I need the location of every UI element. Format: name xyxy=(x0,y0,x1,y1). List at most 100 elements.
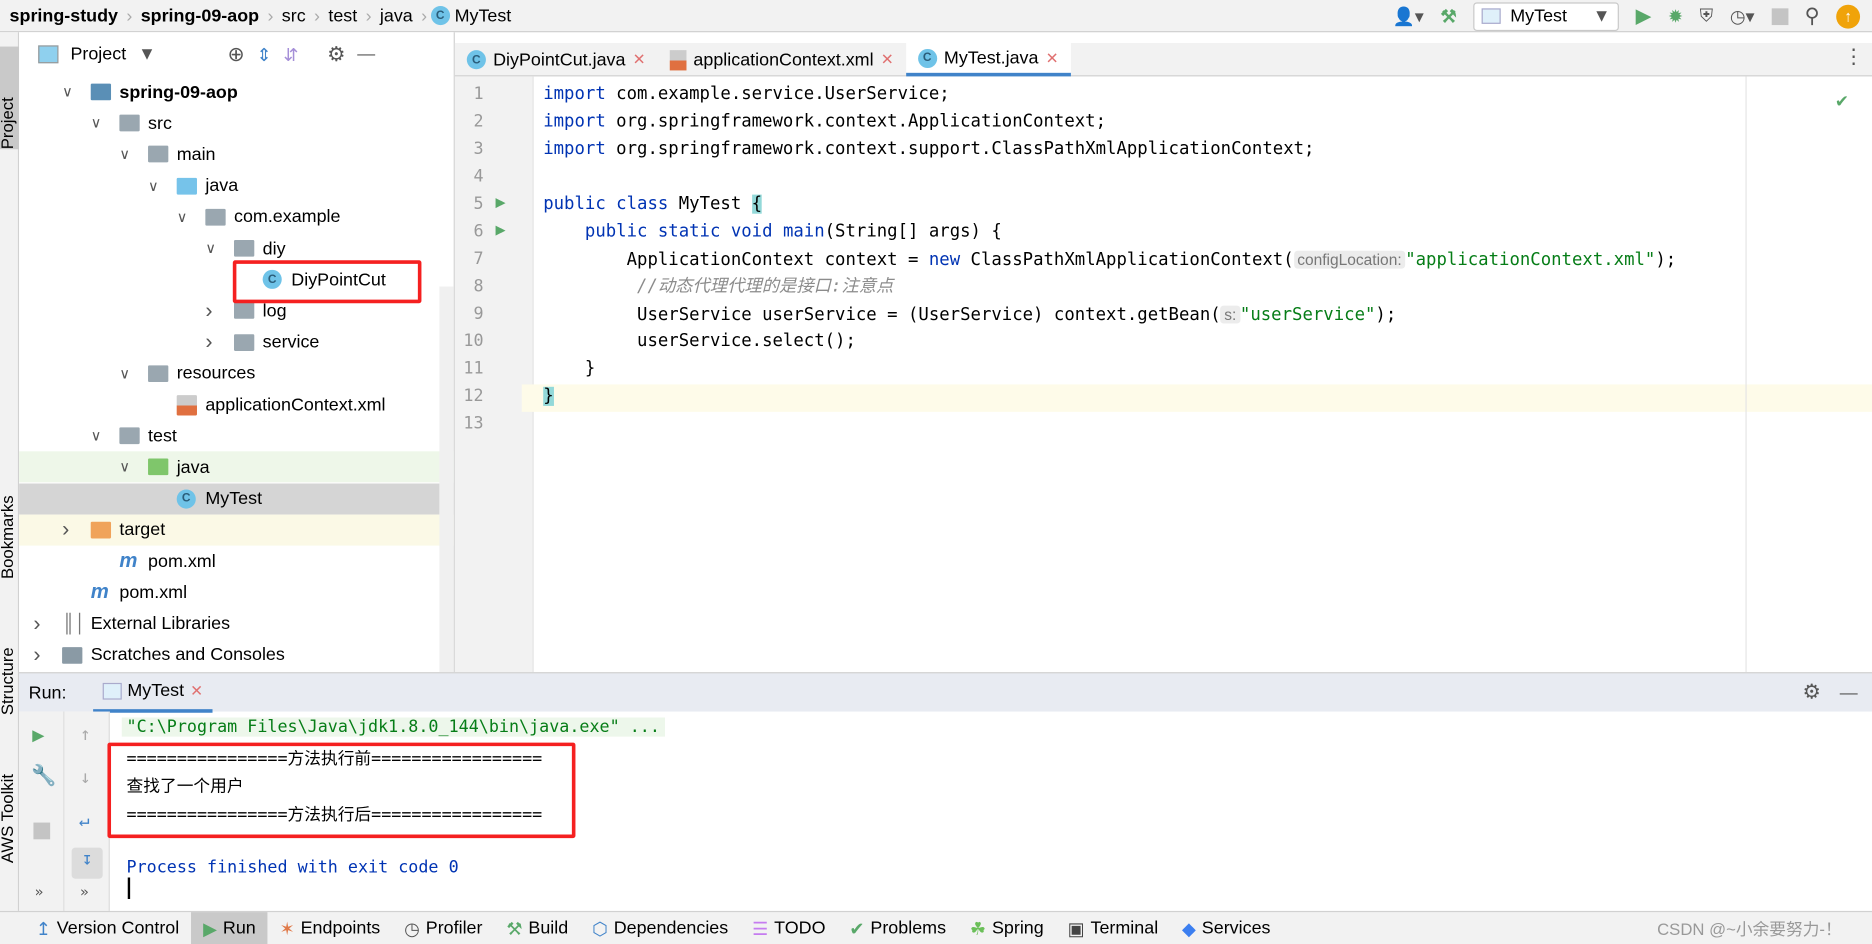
chevron-right-icon: › xyxy=(314,5,320,26)
search-icon[interactable]: ⚲ xyxy=(1805,4,1820,28)
tree-item-java[interactable]: ∨ java xyxy=(19,170,454,201)
close-icon[interactable]: ✕ xyxy=(190,681,203,700)
tree-item-service[interactable]: › service xyxy=(19,327,454,358)
tree-item-com-example[interactable]: ∨ com.example xyxy=(19,202,454,233)
tree-item-java[interactable]: ∨ java xyxy=(19,451,454,483)
stop-icon[interactable] xyxy=(33,822,51,840)
expand-all-icon[interactable]: ⇕ xyxy=(256,44,271,65)
tree-item-src[interactable]: ∨ src xyxy=(19,108,454,139)
run-gutter-icon[interactable]: ▶ xyxy=(495,221,505,240)
navigation-bar: spring-study › spring-09-aop › src › test › java… xyxy=(0,0,1872,33)
tab-diypointcut-java[interactable]: C DiyPointCut.java ✕ xyxy=(455,43,658,76)
profiler-icon[interactable]: ◷▾ xyxy=(1730,5,1755,27)
chevron-right-icon[interactable]: › xyxy=(205,330,212,355)
chevron-down-icon[interactable]: ∨ xyxy=(91,115,102,132)
tool-window-problems[interactable]: ✔ Problems xyxy=(837,912,958,944)
tool-window-services[interactable]: ◆ Services xyxy=(1170,912,1282,944)
tree-item-main[interactable]: ∨ main xyxy=(19,139,454,170)
close-icon[interactable]: ✕ xyxy=(881,50,894,69)
coverage-icon[interactable]: ⛨ xyxy=(1700,6,1713,26)
tool-window-todo[interactable]: ☰ TODO xyxy=(740,912,837,944)
code-token: main xyxy=(782,222,825,242)
tool-window-build[interactable]: ⚒ Build xyxy=(494,912,580,944)
up-arrow-icon[interactable]: ↑ xyxy=(80,723,91,744)
hide-icon[interactable]: — xyxy=(357,44,375,64)
tool-window-spring[interactable]: ☘ Spring xyxy=(958,912,1056,944)
aws-toolkit-tool-label[interactable]: AWS Toolkit xyxy=(0,774,17,863)
chevron-down-icon[interactable]: ∨ xyxy=(119,459,130,476)
scroll-to-end-icon[interactable]: ↧ xyxy=(71,847,103,879)
gear-icon[interactable]: ⚙ xyxy=(327,42,345,66)
chevron-right-icon[interactable]: › xyxy=(33,642,40,667)
tree-item-target[interactable]: › target xyxy=(19,514,454,546)
chevron-down-icon[interactable]: ∨ xyxy=(205,240,216,257)
tab-mytest-java[interactable]: C MyTest.java ✕ xyxy=(905,42,1071,77)
editor-gutter: 1 2 3 4 5 ▶ 6 ▶ 7 8 9 10 11 12 13 xyxy=(454,76,534,673)
tool-window-dependencies[interactable]: ⬡ Dependencies xyxy=(580,912,740,944)
bookmarks-tool-label[interactable]: Bookmarks xyxy=(0,495,17,579)
tree-item-mytest[interactable]: C MyTest xyxy=(19,483,454,515)
breadcrumb-item[interactable]: java xyxy=(375,5,417,25)
problems-icon: ✔ xyxy=(849,918,865,939)
tool-window-terminal[interactable]: ▣ Terminal xyxy=(1056,912,1170,944)
run-icon[interactable]: ▶ xyxy=(1636,4,1652,28)
run-tab[interactable]: MyTest ✕ xyxy=(92,673,213,713)
chevron-right-icon[interactable]: › xyxy=(62,517,69,542)
tree-item-resources[interactable]: ∨ resources xyxy=(19,358,454,389)
chevron-down-icon[interactable]: ∨ xyxy=(177,209,188,226)
run-config-select[interactable]: MyTest ▼ xyxy=(1473,1,1619,31)
close-icon[interactable]: ✕ xyxy=(1046,48,1059,67)
line-number: 2 xyxy=(473,112,484,132)
chevron-down-icon[interactable]: ∨ xyxy=(62,84,73,101)
breadcrumb-item[interactable]: src xyxy=(277,5,310,25)
collapse-all-icon[interactable]: ⇵ xyxy=(283,44,298,65)
soft-wrap-icon[interactable]: ↵ xyxy=(79,809,90,830)
close-icon[interactable]: ✕ xyxy=(633,50,646,69)
project-view-label[interactable]: Project xyxy=(70,44,126,64)
tree-item-diy[interactable]: ∨ diy xyxy=(19,233,454,264)
tree-item-pom-xml[interactable]: m pom.xml xyxy=(19,546,454,577)
chevron-down-icon[interactable]: ∨ xyxy=(148,177,159,194)
more-icon[interactable]: ⋮ xyxy=(1843,45,1863,69)
chevron-down-icon[interactable]: ▼ xyxy=(138,44,156,64)
tool-window-run[interactable]: ▶ Run xyxy=(191,911,268,944)
debug-icon[interactable]: ✹ xyxy=(1668,5,1683,27)
chevron-down-icon[interactable]: ∨ xyxy=(91,428,102,445)
tab-applicationcontext-xml[interactable]: applicationContext.xml ✕ xyxy=(658,43,906,76)
tree-item-scratches-and-consoles[interactable]: › Scratches and Consoles xyxy=(19,639,454,670)
tree-item-external-libraries[interactable]: › ║│ External Libraries xyxy=(19,608,454,639)
more-actions-icon[interactable]: » xyxy=(80,883,89,900)
tool-window-endpoints[interactable]: ✶ Endpoints xyxy=(268,912,393,944)
chevron-right-icon[interactable]: › xyxy=(205,298,212,323)
run-gutter-icon[interactable]: ▶ xyxy=(495,193,505,212)
tree-item-applicationcontext-xml[interactable]: applicationContext.xml xyxy=(19,389,454,420)
rerun-icon[interactable]: ▶ xyxy=(32,723,44,747)
breadcrumb-item[interactable]: spring-09-aop xyxy=(136,5,264,25)
tree-item-spring-09-aop[interactable]: ∨ spring-09-aop xyxy=(19,76,454,107)
tree-item-pom-xml[interactable]: m pom.xml xyxy=(19,577,454,608)
user-icon[interactable]: 👤▾ xyxy=(1392,5,1423,27)
hide-icon[interactable]: — xyxy=(1840,682,1858,702)
down-arrow-icon[interactable]: ↓ xyxy=(80,766,91,787)
update-icon[interactable]: ↑ xyxy=(1836,4,1861,29)
chevron-down-icon[interactable]: ∨ xyxy=(119,365,130,382)
chevron-down-icon[interactable]: ∨ xyxy=(119,146,130,163)
breadcrumb-item[interactable]: test xyxy=(324,5,362,25)
tool-window-version-control[interactable]: ↥ Version Control xyxy=(24,912,191,944)
tree-scrollbar[interactable] xyxy=(439,286,454,673)
scratches-icon xyxy=(62,646,83,664)
breadcrumb-item[interactable]: MyTest xyxy=(450,5,516,25)
breadcrumb-item[interactable]: spring-study xyxy=(5,5,123,25)
more-actions-icon[interactable]: » xyxy=(35,883,44,900)
build-hammer-icon[interactable]: ⚒ xyxy=(1440,5,1456,27)
gear-icon[interactable]: ⚙ xyxy=(1802,681,1820,705)
code-editor[interactable]: 1 2 3 4 5 ▶ 6 ▶ 7 8 9 10 11 12 13 ✔ import com.example… xyxy=(454,76,1872,673)
stop-icon[interactable] xyxy=(1771,7,1788,25)
tool-window-profiler[interactable]: ◷ Profiler xyxy=(392,912,494,944)
tree-item-test[interactable]: ∨ test xyxy=(19,420,454,451)
structure-tool-label[interactable]: Structure xyxy=(0,647,17,715)
locate-icon[interactable]: ⊕ xyxy=(227,42,244,66)
wrench-icon[interactable]: 🔧 xyxy=(31,764,56,788)
chevron-right-icon[interactable]: › xyxy=(33,611,40,636)
project-tool-label[interactable]: Project xyxy=(0,97,17,149)
